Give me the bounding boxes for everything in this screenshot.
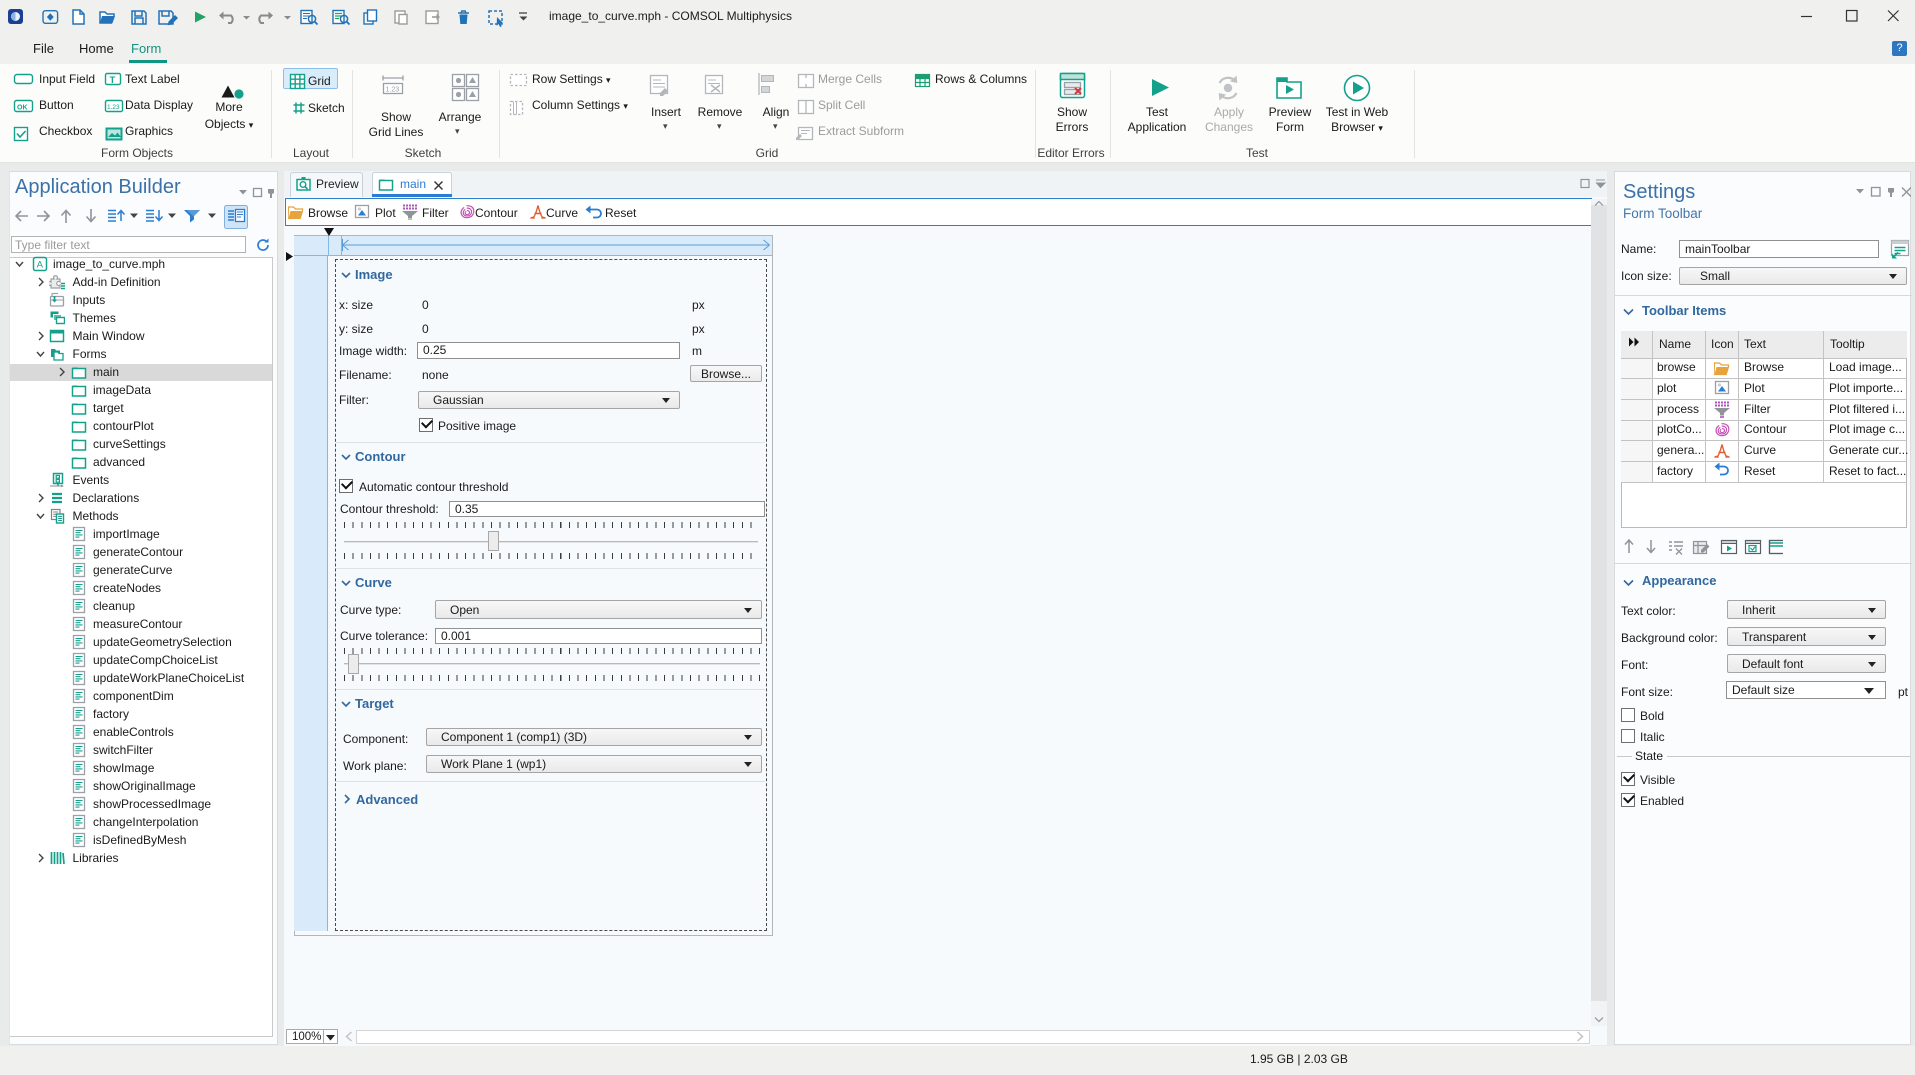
svg-text:1.23: 1.23	[107, 104, 120, 111]
svg-text:T: T	[110, 75, 116, 86]
svg-text:OK: OK	[17, 105, 28, 112]
svg-text:A: A	[36, 260, 43, 271]
svg-text:1.23: 1.23	[386, 87, 400, 94]
